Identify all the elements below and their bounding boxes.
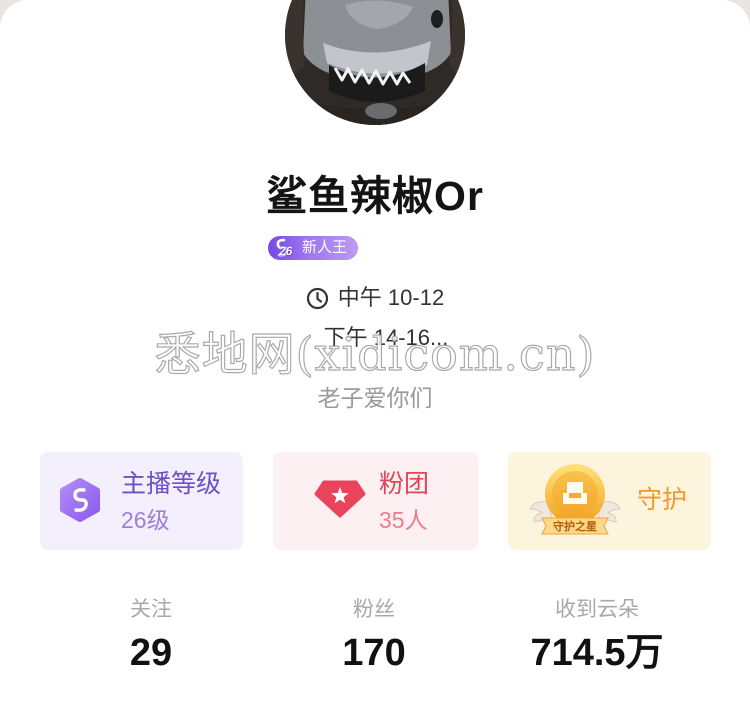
schedule-line-1: 中午 10-12 xyxy=(0,285,750,311)
avatar-image xyxy=(285,0,465,125)
fan-group-card[interactable]: 粉团 35人 xyxy=(273,452,478,550)
schedule-text-1: 中午 10-12 xyxy=(337,285,445,310)
clock-icon xyxy=(306,287,328,309)
badge-title: 新人王 xyxy=(302,239,348,256)
watermark: 悉地网(xidicom.cn) xyxy=(154,326,596,381)
badge-level-number: 26 xyxy=(279,244,293,258)
stat-fans-value: 170 xyxy=(342,632,406,674)
guard-badge-ribbon-text: 守护之星 xyxy=(553,519,597,533)
stat-following[interactable]: 关注 29 xyxy=(41,596,261,676)
fan-group-title: 粉团 xyxy=(379,470,430,498)
anchor-level-card[interactable]: 主播等级 26级 xyxy=(40,452,243,550)
stat-following-label: 关注 xyxy=(130,598,172,621)
fan-group-value: 35人 xyxy=(379,507,428,533)
stat-clouds-label: 收到云朵 xyxy=(555,598,639,621)
anchor-level-value: 26级 xyxy=(121,507,170,533)
bio: 老子爱你们 xyxy=(317,385,433,411)
profile-page: 鲨鱼辣椒Or 26 新人王 中午 10-12 下午 14-16... 悉地网(x… xyxy=(0,0,750,724)
anchor-name: 鲨鱼辣椒Or xyxy=(266,173,484,219)
badge-level-mark: 26 xyxy=(268,236,302,260)
anchor-level-title: 主播等级 xyxy=(121,470,222,498)
avatar-frame[interactable] xyxy=(285,0,465,125)
avatar[interactable] xyxy=(285,0,465,125)
guard-card[interactable]: 守护之星 守护 xyxy=(508,452,711,550)
hexagon-music-icon xyxy=(60,478,100,522)
stat-fans-label: 粉丝 xyxy=(353,598,395,621)
stat-following-value: 29 xyxy=(129,632,173,674)
level-badge[interactable]: 26 新人王 xyxy=(268,236,358,260)
stat-clouds-value: 714.5万 xyxy=(530,632,664,674)
stat-clouds-received[interactable]: 收到云朵 714.5万 xyxy=(487,596,707,676)
guard-title: 守护 xyxy=(637,486,688,514)
guard-star-badge-icon: 守护之星 xyxy=(529,464,621,535)
star-gem-icon xyxy=(314,480,366,518)
stat-fans[interactable]: 粉丝 170 xyxy=(264,596,484,676)
